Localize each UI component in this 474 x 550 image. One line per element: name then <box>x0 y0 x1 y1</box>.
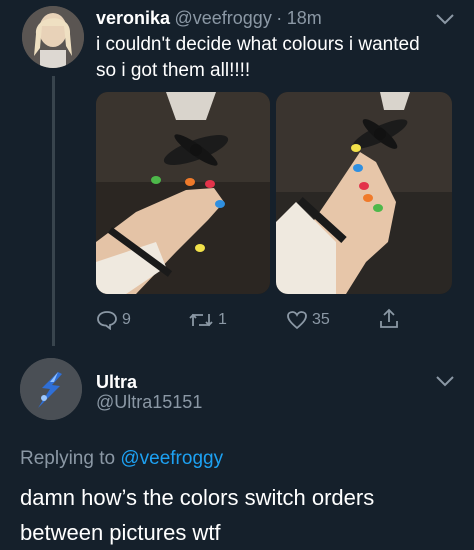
chevron-down-icon[interactable] <box>434 374 456 388</box>
separator: · <box>276 8 283 28</box>
avatar-veronika[interactable] <box>22 6 84 68</box>
like-action[interactable]: 35 <box>286 310 330 330</box>
speech-bubble-icon <box>97 311 117 330</box>
replying-to: Replying to @veefroggy <box>20 448 223 470</box>
tweet-photo-2[interactable] <box>276 92 452 294</box>
reply-handle[interactable]: @Ultra15151 <box>96 392 202 413</box>
reply-text-line1: damn how’s the colors switch orders <box>20 485 375 510</box>
thread-line <box>52 76 55 346</box>
replying-prefix: Replying to <box>20 448 116 469</box>
replying-handle-link[interactable]: @veefroggy <box>120 448 223 469</box>
reply-count: 9 <box>122 311 131 328</box>
share-icon <box>380 308 398 328</box>
timestamp[interactable]: 18m <box>287 8 322 28</box>
avatar-ultra[interactable] <box>20 358 82 420</box>
reply-action[interactable]: 9 <box>96 310 131 330</box>
handle[interactable]: @veefroggy <box>175 8 272 28</box>
chevron-down-icon[interactable] <box>434 12 456 26</box>
retweet-icon <box>189 313 213 327</box>
tweet-header: veronika @veefroggy · 18m <box>96 8 322 29</box>
retweet-action[interactable]: 1 <box>188 310 227 330</box>
tweet-photo-1[interactable] <box>96 92 270 294</box>
heart-icon <box>287 311 307 330</box>
retweet-count: 1 <box>218 311 227 328</box>
display-name[interactable]: veronika <box>96 8 170 28</box>
like-count: 35 <box>312 311 330 328</box>
tweet-text-line1: i couldn't decide what colours i wanted <box>96 34 420 55</box>
reply-display-name[interactable]: Ultra <box>96 372 137 393</box>
reply-text-line2: between pictures wtf <box>20 520 221 545</box>
share-action[interactable] <box>378 308 404 330</box>
tweet-text-line2: so i got them all!!!! <box>96 60 251 81</box>
